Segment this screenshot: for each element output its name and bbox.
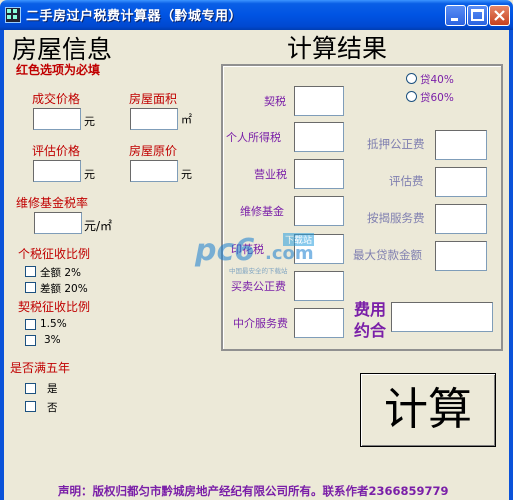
appraisal-price-unit: 元	[84, 168, 95, 181]
maint-fund-output[interactable]	[294, 196, 344, 226]
deed-15-checkbox[interactable]	[25, 319, 36, 330]
trade-notary-label: 买卖公正费	[231, 280, 286, 293]
calculate-button[interactable]: 计算	[360, 373, 496, 447]
watermark-tag: 下载站	[283, 233, 315, 246]
app-icon	[5, 7, 21, 23]
income-full-checkbox[interactable]	[25, 266, 36, 277]
deal-price-unit: 元	[84, 115, 95, 128]
deed-3-checkbox[interactable]	[25, 335, 36, 346]
original-price-label: 房屋原价	[129, 144, 178, 158]
income-tax-output[interactable]	[294, 122, 344, 152]
income-full-label: 全额 2%	[40, 267, 81, 279]
maximize-button[interactable]	[467, 5, 488, 26]
mortgage-service-output[interactable]	[435, 204, 487, 234]
deed-3-label: 3%	[44, 334, 61, 346]
appraisal-price-label: 评估价格	[32, 144, 81, 158]
fee-agreement-label-2: 约合	[354, 321, 387, 340]
income-tax-ratio-label: 个税征收比例	[18, 247, 91, 261]
five-no-label: 否	[47, 402, 58, 414]
mortgage-service-label: 按揭服务费	[367, 211, 425, 225]
deal-price-label: 成交价格	[32, 92, 81, 106]
agent-fee-label: 中介服务费	[233, 317, 288, 330]
maint-fund-label: 维修基金	[240, 205, 284, 218]
maint-rate-label: 维修基金税率	[16, 196, 89, 210]
close-icon	[494, 10, 505, 21]
footer-statement: 声明：版权归都匀市黔城房地产经纪有限公司所有。联系作者2366859779	[58, 484, 449, 498]
original-price-unit: 元	[181, 168, 192, 181]
maint-rate-unit: 元/㎡	[84, 219, 113, 233]
five-yes-label: 是	[47, 383, 58, 395]
results-heading: 计算结果	[287, 34, 388, 63]
income-diff-checkbox[interactable]	[25, 282, 36, 293]
maint-rate-input[interactable]	[34, 212, 82, 234]
watermark-suffix: .com	[265, 243, 314, 264]
window-border-right	[509, 30, 513, 500]
loan-60-label: 贷60%	[420, 92, 454, 104]
business-tax-label: 营业税	[254, 168, 287, 181]
title-bar[interactable]: 二手房过户税费计算器（黔城专用）	[0, 0, 513, 30]
area-label: 房屋面积	[129, 92, 178, 106]
watermark-brand: pc6	[195, 233, 256, 268]
pc6-watermark: pc6 .com 下载站 中国最安全的下载站	[195, 233, 325, 275]
area-unit: ㎡	[181, 113, 192, 126]
watermark-slogan: 中国最安全的下载站	[229, 267, 288, 275]
max-loan-label: 最大贷款金额	[353, 248, 422, 262]
deed-tax-output[interactable]	[294, 86, 344, 116]
agent-fee-output[interactable]	[294, 308, 344, 338]
window-border-left	[0, 30, 4, 500]
mortgage-notary-output[interactable]	[435, 130, 487, 160]
trade-notary-output[interactable]	[294, 271, 344, 301]
appraisal-fee-label: 评估费	[389, 174, 424, 188]
minimize-icon	[451, 18, 458, 21]
mortgage-notary-label: 抵押公正费	[367, 137, 425, 151]
original-price-input[interactable]	[130, 160, 178, 182]
fee-total-output[interactable]	[391, 302, 493, 332]
loan-40-label: 贷40%	[420, 74, 454, 86]
max-loan-output[interactable]	[435, 241, 487, 271]
deal-price-input[interactable]	[33, 108, 81, 130]
appraisal-fee-output[interactable]	[435, 167, 487, 197]
five-years-label: 是否满五年	[10, 361, 71, 375]
appraisal-price-input[interactable]	[33, 160, 81, 182]
five-yes-checkbox[interactable]	[25, 383, 36, 394]
loan-60-radio[interactable]	[406, 91, 417, 102]
five-no-checkbox[interactable]	[25, 401, 36, 412]
required-note: 红色选项为必填	[16, 63, 101, 77]
deed-tax-label: 契税	[264, 95, 286, 108]
income-diff-label: 差额 20%	[40, 283, 88, 295]
window-title: 二手房过户税费计算器（黔城专用）	[26, 9, 243, 24]
minimize-button[interactable]	[445, 5, 466, 26]
deed-tax-ratio-label: 契税征收比例	[18, 300, 91, 314]
deed-15-label: 1.5%	[40, 318, 67, 330]
maximize-icon	[471, 9, 484, 21]
income-tax-label: 个人所得税	[226, 131, 281, 144]
loan-40-radio[interactable]	[406, 73, 417, 84]
area-input[interactable]	[130, 108, 178, 130]
business-tax-output[interactable]	[294, 159, 344, 189]
close-button[interactable]	[489, 5, 510, 26]
